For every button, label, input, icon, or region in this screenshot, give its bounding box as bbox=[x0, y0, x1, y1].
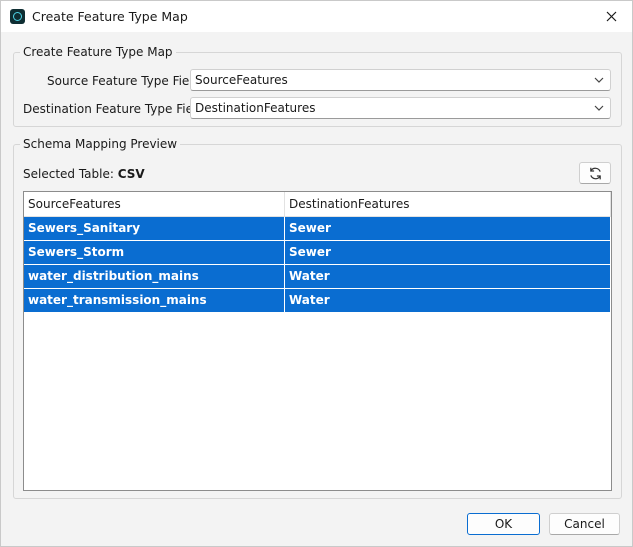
column-header-source[interactable]: SourceFeatures bbox=[24, 192, 285, 217]
cancel-button[interactable]: Cancel bbox=[549, 513, 620, 535]
refresh-icon bbox=[589, 167, 601, 179]
schema-mapping-table[interactable]: SourceFeatures DestinationFeatures Sewer… bbox=[23, 191, 612, 491]
group-legend-preview: Schema Mapping Preview bbox=[20, 137, 181, 151]
selected-table-label: Selected Table: CSV bbox=[23, 167, 145, 181]
destination-feature-type-combo[interactable]: DestinationFeatures bbox=[190, 97, 611, 119]
table-cell-destination: Water bbox=[285, 265, 611, 288]
dialog-window: Create Feature Type Map Create Feature T… bbox=[0, 0, 633, 547]
table-header: SourceFeatures DestinationFeatures bbox=[24, 192, 611, 217]
table-cell-source: water_transmission_mains bbox=[24, 289, 285, 312]
app-icon bbox=[10, 9, 25, 24]
close-icon bbox=[606, 11, 616, 21]
table-row[interactable]: water_distribution_mains Water bbox=[24, 265, 611, 289]
ok-button[interactable]: OK bbox=[467, 513, 540, 535]
source-field-label: Source Feature Type Field: bbox=[47, 74, 205, 88]
destination-feature-type-value: DestinationFeatures bbox=[195, 101, 316, 115]
table-cell-source: Sewers_Sanitary bbox=[24, 217, 285, 240]
table-cell-destination: Sewer bbox=[285, 217, 611, 240]
window-title: Create Feature Type Map bbox=[32, 9, 188, 24]
table-row[interactable]: water_transmission_mains Water bbox=[24, 289, 611, 313]
selected-table-value: CSV bbox=[117, 167, 145, 181]
column-header-destination[interactable]: DestinationFeatures bbox=[285, 192, 611, 217]
table-cell-source: Sewers_Storm bbox=[24, 241, 285, 264]
selected-table-prefix: Selected Table: bbox=[23, 167, 114, 181]
chevron-down-icon bbox=[594, 77, 604, 83]
destination-field-label: Destination Feature Type Field: bbox=[23, 102, 208, 116]
group-legend-create: Create Feature Type Map bbox=[20, 45, 176, 59]
close-button[interactable] bbox=[596, 3, 626, 29]
table-row[interactable]: Sewers_Storm Sewer bbox=[24, 241, 611, 265]
table-row[interactable]: Sewers_Sanitary Sewer bbox=[24, 217, 611, 241]
table-cell-source: water_distribution_mains bbox=[24, 265, 285, 288]
source-feature-type-value: SourceFeatures bbox=[195, 73, 288, 87]
table-cell-destination: Sewer bbox=[285, 241, 611, 264]
title-bar[interactable]: Create Feature Type Map bbox=[1, 1, 632, 32]
refresh-button[interactable] bbox=[579, 162, 611, 184]
table-cell-destination: Water bbox=[285, 289, 611, 312]
source-feature-type-combo[interactable]: SourceFeatures bbox=[190, 69, 611, 91]
chevron-down-icon bbox=[594, 105, 604, 111]
